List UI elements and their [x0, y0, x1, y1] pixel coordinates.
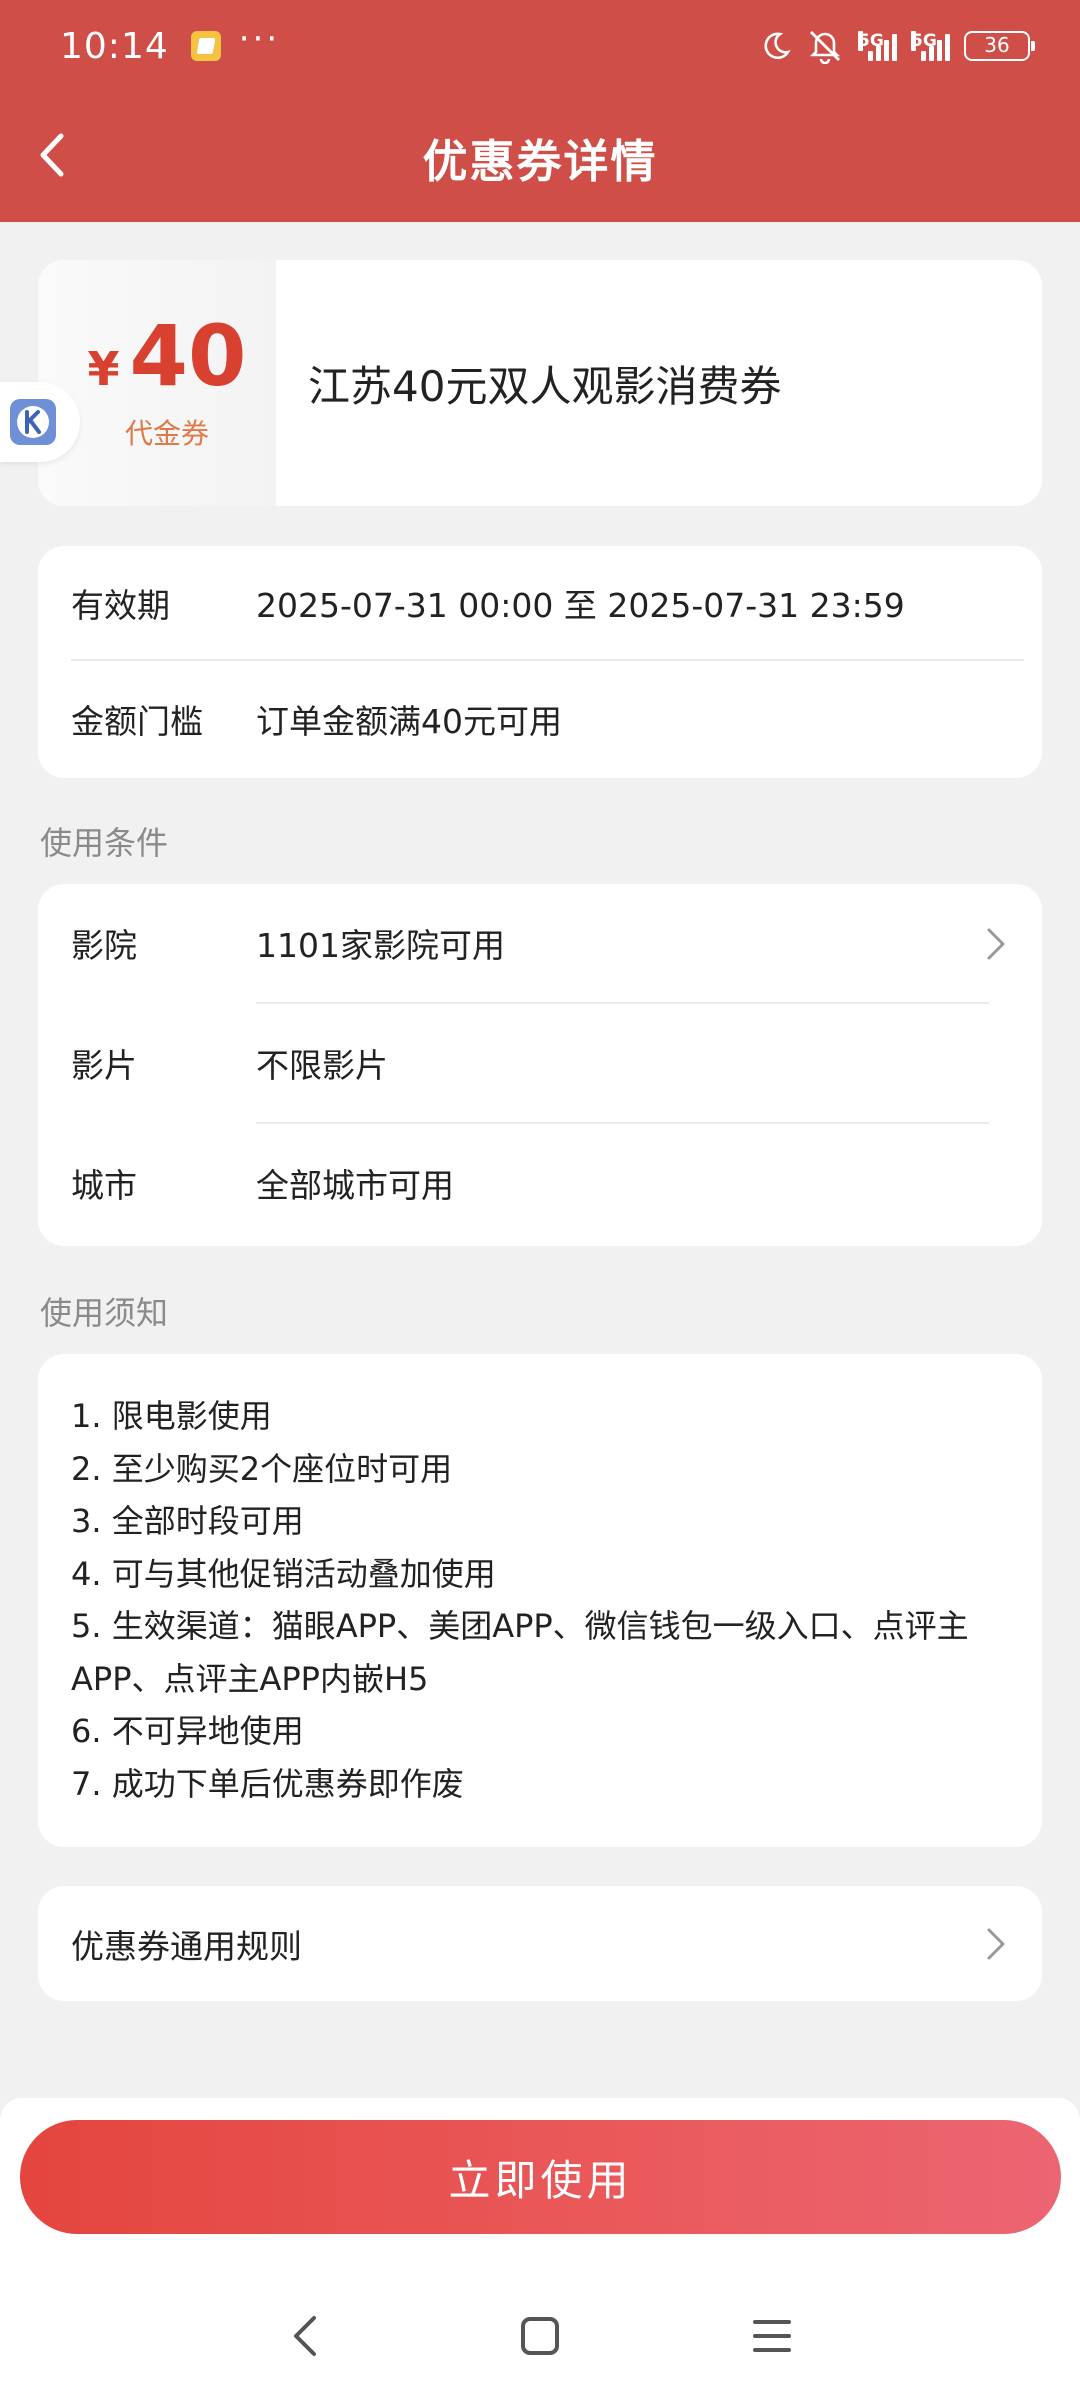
- notice-item: 5. 生效渠道：猫眼APP、美团APP、微信钱包一级入口、点评主APP、点评主A…: [71, 1607, 969, 1698]
- coupon-value-panel: ¥ 40 代金券: [38, 260, 276, 506]
- use-now-button[interactable]: 立即使用: [20, 2120, 1061, 2234]
- conditions-section-title: 使用条件: [40, 824, 169, 862]
- coupon-card: ¥ 40 代金券 江苏40元双人观影消费券: [38, 260, 1042, 506]
- city-value: 全部城市可用: [256, 1166, 454, 1205]
- cinema-row[interactable]: 影院 1101家影院可用: [71, 910, 1042, 976]
- notice-item: 1. 限电影使用: [71, 1397, 272, 1435]
- signal-1-icon: 5G: [858, 31, 897, 61]
- app-logo-icon: [10, 399, 56, 445]
- nav-home-button[interactable]: [510, 2306, 570, 2366]
- notice-card: 1. 限电影使用 2. 至少购买2个座位时可用 3. 全部时段可用 4. 可与其…: [38, 1354, 1042, 1847]
- mute-bell-icon: [809, 31, 841, 64]
- cinema-label: 影院: [71, 926, 137, 965]
- header: 10:14 ··· 5G 5G 36 优惠券详情: [0, 0, 1080, 222]
- notice-item: 3. 全部时段可用: [71, 1502, 304, 1540]
- city-label: 城市: [71, 1166, 137, 1205]
- coupon-amount: ¥ 40: [88, 314, 247, 398]
- notice-item: 2. 至少购买2个座位时可用: [71, 1449, 453, 1488]
- film-row: 影片 不限影片: [71, 1030, 1042, 1096]
- cinema-value: 1101家影院可用: [256, 926, 505, 965]
- film-label: 影片: [71, 1046, 137, 1085]
- nav-home-icon: [521, 2317, 559, 2355]
- divider: [71, 659, 1024, 661]
- system-nav-bar: [0, 2276, 1080, 2400]
- chevron-left-icon: [40, 133, 64, 177]
- general-rules-row[interactable]: 优惠券通用规则: [38, 1886, 1042, 2001]
- nav-back-button[interactable]: [275, 2306, 335, 2366]
- divider: [256, 1002, 989, 1004]
- validity-card: 有效期 2025-07-31 00:00 至 2025-07-31 23:59 …: [38, 546, 1042, 778]
- status-bar: 10:14 ··· 5G 5G 36: [0, 0, 1080, 92]
- notice-item: 6. 不可异地使用: [71, 1712, 304, 1750]
- validity-value: 2025-07-31 00:00 至 2025-07-31 23:59: [256, 586, 905, 625]
- threshold-row: 金额门槛 订单金额满40元可用: [71, 694, 1042, 744]
- more-notifications-icon: ···: [238, 19, 281, 59]
- status-icons: 5G 5G 36: [760, 28, 1035, 64]
- back-button[interactable]: [18, 120, 88, 190]
- battery-icon: 36: [964, 31, 1035, 61]
- notice-section-title: 使用须知: [40, 1294, 169, 1332]
- chevron-right-icon: [976, 1924, 1016, 1964]
- notice-list: 1. 限电影使用 2. 至少购买2个座位时可用 3. 全部时段可用 4. 可与其…: [71, 1390, 1022, 1810]
- floating-app-badge[interactable]: [0, 382, 80, 462]
- validity-label: 有效期: [71, 586, 170, 625]
- nav-back-icon: [294, 2316, 316, 2356]
- threshold-value: 订单金额满40元可用: [256, 702, 562, 741]
- film-value: 不限影片: [256, 1046, 388, 1085]
- page-title: 优惠券详情: [422, 134, 658, 188]
- conditions-card: 影院 1101家影院可用 影片 不限影片 城市 全部城市可用: [38, 884, 1042, 1246]
- city-row: 城市 全部城市可用: [71, 1150, 1042, 1216]
- signal-2-icon: 5G: [911, 31, 950, 61]
- title-bar: 优惠券详情: [0, 92, 1080, 222]
- status-time: 10:14: [60, 25, 169, 67]
- threshold-label: 金额门槛: [71, 702, 203, 741]
- coupon-name: 江苏40元双人观影消费券: [308, 361, 782, 411]
- notice-item: 7. 成功下单后优惠券即作废: [71, 1764, 464, 1803]
- nav-menu-button[interactable]: [742, 2306, 802, 2366]
- notification-icon: [190, 31, 221, 61]
- coupon-type: 代金券: [124, 417, 209, 450]
- currency-symbol: ¥: [87, 342, 120, 396]
- moon-icon: [764, 32, 791, 60]
- chevron-right-icon: [976, 924, 1016, 964]
- notice-item: 4. 可与其他促销活动叠加使用: [71, 1554, 496, 1593]
- general-rules-label: 优惠券通用规则: [71, 1926, 302, 1966]
- coupon-value: 40: [129, 307, 247, 405]
- divider: [256, 1122, 989, 1124]
- nav-menu-icon: [753, 2320, 791, 2352]
- validity-row: 有效期 2025-07-31 00:00 至 2025-07-31 23:59: [71, 578, 1042, 628]
